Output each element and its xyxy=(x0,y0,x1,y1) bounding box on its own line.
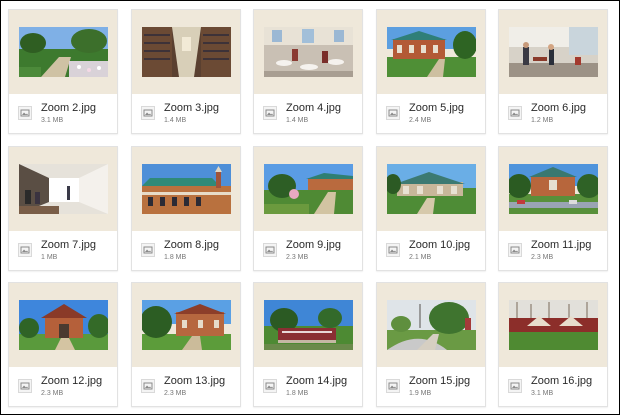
photo-thumbnail xyxy=(509,300,598,350)
file-card[interactable]: Zoom 2.jpg 3.1 MB xyxy=(8,9,118,134)
image-file-icon xyxy=(263,379,277,393)
file-card[interactable]: Zoom 13.jpg 2.3 MB xyxy=(131,282,241,407)
file-size: 2.3 MB xyxy=(41,390,64,397)
file-size: 2.4 MB xyxy=(409,117,432,124)
thumbnail-area[interactable] xyxy=(377,147,485,231)
file-size: 2.3 MB xyxy=(164,390,187,397)
file-name[interactable]: Zoom 2.jpg xyxy=(41,102,96,114)
file-name[interactable]: Zoom 3.jpg xyxy=(164,102,219,114)
thumbnail-area[interactable] xyxy=(9,147,117,231)
file-name[interactable]: Zoom 10.jpg xyxy=(409,239,470,251)
file-name[interactable]: Zoom 12.jpg xyxy=(41,375,102,387)
photo-thumbnail xyxy=(142,164,231,214)
photo-thumbnail xyxy=(19,27,108,77)
image-file-icon xyxy=(508,106,522,120)
file-card[interactable]: Zoom 12.jpg 2.3 MB xyxy=(8,282,118,407)
thumbnail-area[interactable] xyxy=(254,283,362,367)
image-file-icon xyxy=(508,379,522,393)
image-file-icon xyxy=(18,379,32,393)
image-file-icon xyxy=(386,106,400,120)
file-card[interactable]: Zoom 16.jpg 3.1 MB xyxy=(498,282,608,407)
photo-thumbnail xyxy=(264,164,353,214)
thumbnail-area[interactable] xyxy=(377,283,485,367)
file-size: 2.3 MB xyxy=(286,254,309,261)
thumbnail-area[interactable] xyxy=(499,283,607,367)
file-name[interactable]: Zoom 7.jpg xyxy=(41,239,96,251)
photo-thumbnail xyxy=(387,27,476,77)
photo-thumbnail xyxy=(387,164,476,214)
file-name[interactable]: Zoom 9.jpg xyxy=(286,239,341,251)
file-size: 1.2 MB xyxy=(531,117,554,124)
thumbnail-area[interactable] xyxy=(132,147,240,231)
file-card[interactable]: Zoom 9.jpg 2.3 MB xyxy=(253,146,363,271)
photo-thumbnail xyxy=(142,27,231,77)
thumbnail-area[interactable] xyxy=(132,10,240,94)
file-size: 1.9 MB xyxy=(409,390,432,397)
file-card[interactable]: Zoom 10.jpg 2.1 MB xyxy=(376,146,486,271)
file-card[interactable]: Zoom 8.jpg 1.8 MB xyxy=(131,146,241,271)
file-card[interactable]: Zoom 15.jpg 1.9 MB xyxy=(376,282,486,407)
thumbnail-area[interactable] xyxy=(377,10,485,94)
file-name[interactable]: Zoom 15.jpg xyxy=(409,375,470,387)
file-name[interactable]: Zoom 16.jpg xyxy=(531,375,592,387)
image-file-icon xyxy=(386,243,400,257)
file-card[interactable]: Zoom 14.jpg 1.8 MB xyxy=(253,282,363,407)
image-file-icon xyxy=(263,106,277,120)
thumbnail-area[interactable] xyxy=(499,147,607,231)
file-name[interactable]: Zoom 11.jpg xyxy=(531,239,591,251)
thumbnail-area[interactable] xyxy=(132,283,240,367)
file-card[interactable]: Zoom 6.jpg 1.2 MB xyxy=(498,9,608,134)
file-name[interactable]: Zoom 14.jpg xyxy=(286,375,347,387)
image-file-icon xyxy=(263,243,277,257)
file-card[interactable]: Zoom 5.jpg 2.4 MB xyxy=(376,9,486,134)
photo-thumbnail xyxy=(142,300,231,350)
file-card[interactable]: Zoom 3.jpg 1.4 MB xyxy=(131,9,241,134)
photo-thumbnail xyxy=(509,164,598,214)
photo-thumbnail xyxy=(387,300,476,350)
file-size: 1.4 MB xyxy=(286,117,309,124)
file-size: 2.3 MB xyxy=(531,254,554,261)
file-size: 2.1 MB xyxy=(409,254,432,261)
file-card[interactable]: Zoom 4.jpg 1.4 MB xyxy=(253,9,363,134)
file-name[interactable]: Zoom 8.jpg xyxy=(164,239,219,251)
file-size: 1.8 MB xyxy=(286,390,309,397)
image-file-icon xyxy=(508,243,522,257)
photo-thumbnail xyxy=(19,164,108,214)
photo-thumbnail xyxy=(19,300,108,350)
photo-thumbnail xyxy=(264,27,353,77)
thumbnail-area[interactable] xyxy=(9,10,117,94)
image-file-icon xyxy=(141,243,155,257)
image-file-icon xyxy=(18,106,32,120)
thumbnail-area[interactable] xyxy=(9,283,117,367)
photo-thumbnail xyxy=(509,27,598,77)
file-size: 1.8 MB xyxy=(164,254,187,261)
file-card[interactable]: Zoom 11.jpg 2.3 MB xyxy=(498,146,608,271)
photo-thumbnail xyxy=(264,300,353,350)
file-size: 3.1 MB xyxy=(41,117,64,124)
image-file-icon xyxy=(141,379,155,393)
file-name[interactable]: Zoom 4.jpg xyxy=(286,102,341,114)
file-name[interactable]: Zoom 6.jpg xyxy=(531,102,586,114)
file-size: 3.1 MB xyxy=(531,390,554,397)
file-card[interactable]: Zoom 7.jpg 1 MB xyxy=(8,146,118,271)
image-file-icon xyxy=(18,243,32,257)
file-size: 1 MB xyxy=(41,254,58,261)
file-name[interactable]: Zoom 13.jpg xyxy=(164,375,225,387)
file-size: 1.4 MB xyxy=(164,117,187,124)
thumbnail-area[interactable] xyxy=(254,10,362,94)
file-name[interactable]: Zoom 5.jpg xyxy=(409,102,464,114)
thumbnail-area[interactable] xyxy=(499,10,607,94)
image-file-icon xyxy=(386,379,400,393)
image-file-icon xyxy=(141,106,155,120)
thumbnail-area[interactable] xyxy=(254,147,362,231)
